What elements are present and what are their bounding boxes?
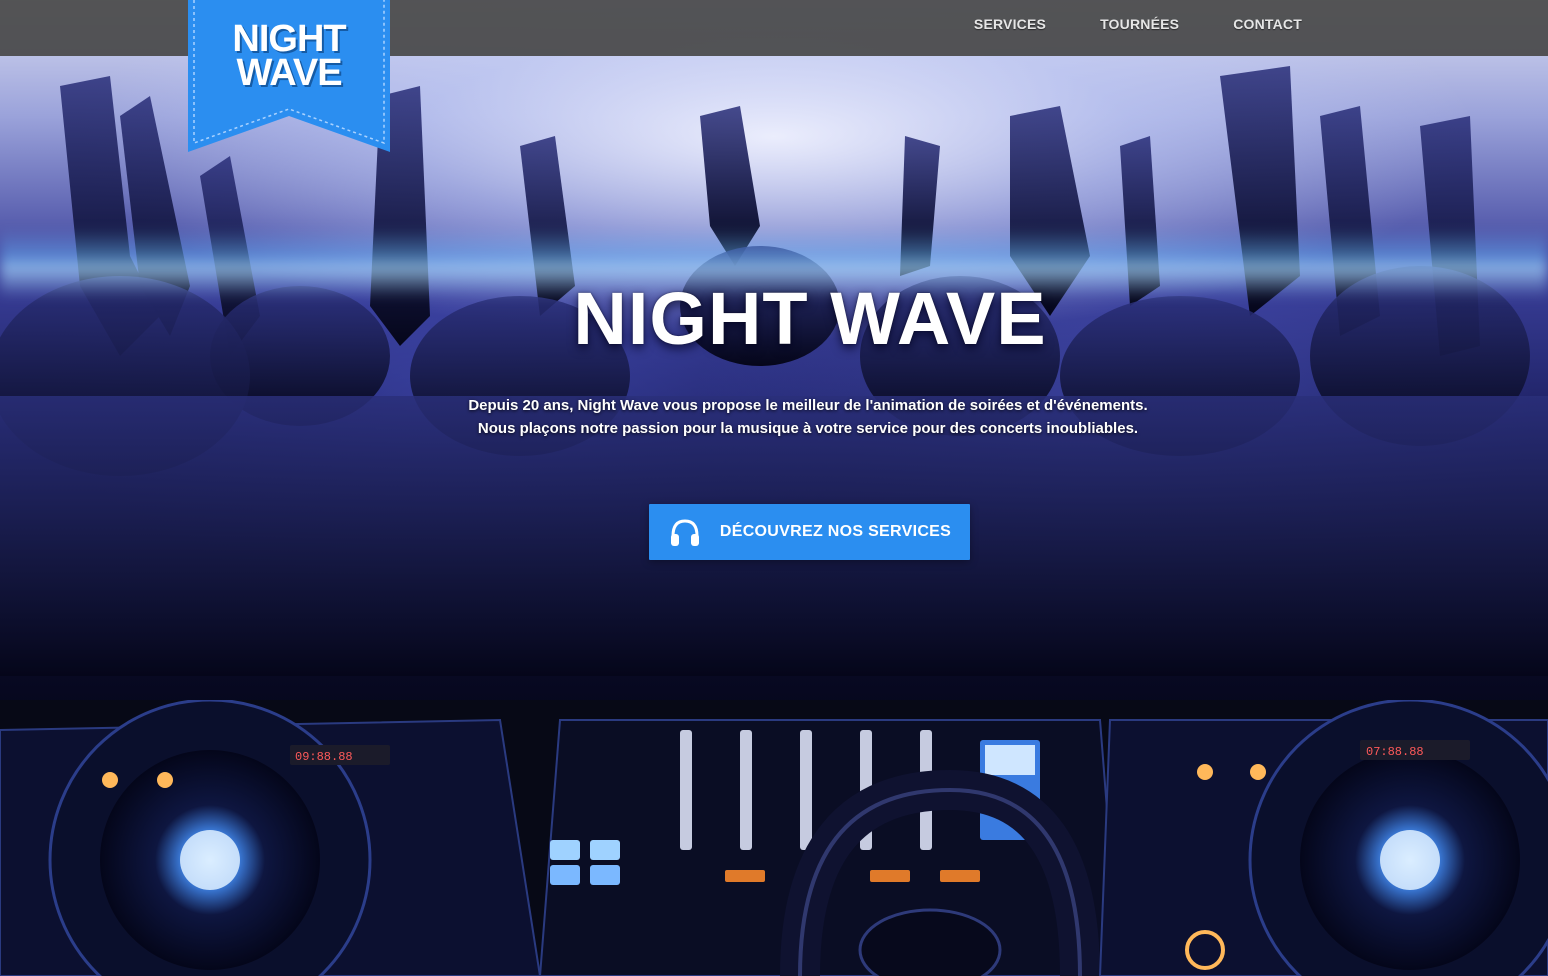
dj-mixer-image: 09:88.88 07:88.88	[0, 700, 1548, 976]
site-logo[interactable]: NIGHT WAVE	[188, 0, 390, 152]
hero-title: NIGHT WAVE	[573, 277, 1047, 360]
headphones-icon	[668, 515, 702, 549]
logo-line1: NIGHT	[232, 18, 346, 60]
nav-item-tournees[interactable]: TOURNÉES	[1100, 16, 1179, 32]
svg-text:09:88.88: 09:88.88	[295, 750, 353, 764]
cta-label: DÉCOUVREZ NOS SERVICES	[719, 523, 952, 540]
discover-services-button[interactable]: DÉCOUVREZ NOS SERVICES	[649, 504, 970, 560]
nav-item-contact[interactable]: CONTACT	[1233, 16, 1302, 32]
tagline-line1: Depuis 20 ans, Night Wave vous propose l…	[468, 397, 1148, 414]
tagline-line2: Nous plaçons notre passion pour la musiq…	[477, 420, 1139, 437]
svg-text:07:88.88: 07:88.88	[1366, 745, 1424, 759]
hero-tagline: Depuis 20 ans, Night Wave vous propose l…	[0, 394, 1548, 440]
main-nav: SERVICES TOURNÉES CONTACT	[974, 16, 1302, 32]
logo-line2: WAVE	[236, 52, 342, 94]
logo-wordmark: NIGHT WAVE	[188, 18, 390, 94]
nav-item-services[interactable]: SERVICES	[974, 16, 1046, 32]
